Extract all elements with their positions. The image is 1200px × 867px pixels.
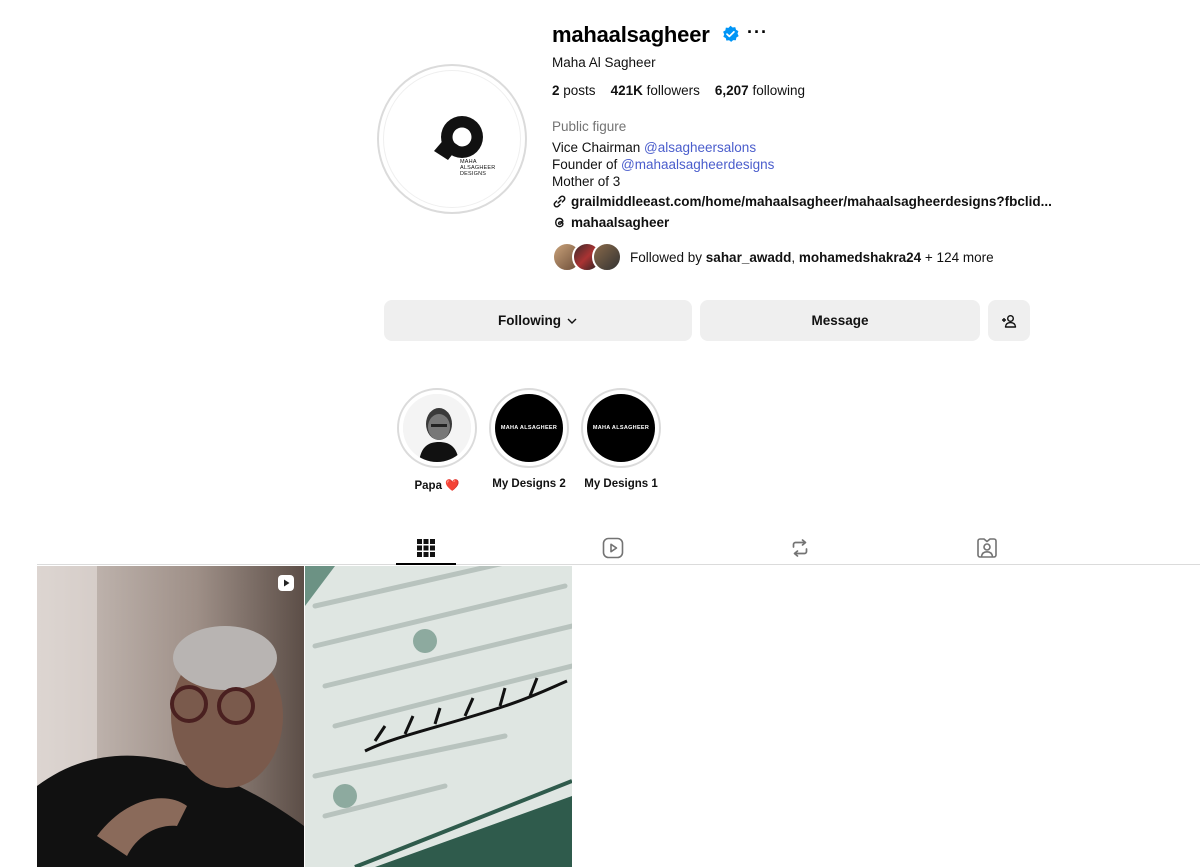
following-stat[interactable]: 6,207 following xyxy=(715,83,805,98)
post-image-thumbnail[interactable] xyxy=(305,566,572,867)
followed-by-suffix: + 124 more xyxy=(921,249,994,265)
profile-full-name: Maha Al Sagheer xyxy=(552,55,656,70)
tab-tagged[interactable] xyxy=(957,531,1017,564)
following-count: 6,207 xyxy=(714,83,749,98)
profile-avatar[interactable]: MAHA ALSAGHEER DESIGNS xyxy=(377,64,527,214)
followed-by-separator: , xyxy=(791,249,799,265)
message-button[interactable]: Message xyxy=(700,300,980,341)
posts-label: posts xyxy=(563,83,596,98)
profile-username: mahaalsagheer xyxy=(552,22,710,47)
chevron-down-icon xyxy=(567,318,577,324)
profile-stats: 2 posts 421K followers 6,207 following xyxy=(552,83,805,98)
profile-category: Public figure xyxy=(552,119,627,134)
followers-count: 421K xyxy=(610,83,643,98)
tab-posts[interactable] xyxy=(396,531,456,564)
portrait-image xyxy=(403,394,471,462)
reposts-icon xyxy=(792,538,808,557)
followed-by-prefix: Followed by xyxy=(630,249,706,265)
follower-avatar xyxy=(592,242,622,272)
verified-badge-icon xyxy=(723,25,739,42)
post-image xyxy=(37,566,304,867)
followed-by-text: Followed by sahar_awadd, mohamedshakra24… xyxy=(630,250,994,265)
posts-count: 2 xyxy=(552,83,560,98)
grid-icon xyxy=(417,538,435,557)
p-logo-icon xyxy=(434,116,483,160)
followers-label: followers xyxy=(646,83,700,98)
add-person-icon xyxy=(1002,314,1017,328)
posts-stat: 2 posts xyxy=(552,83,596,98)
logo-line3: DESIGNS xyxy=(460,171,487,177)
avatar-logo: MAHA ALSAGHEER DESIGNS xyxy=(383,70,521,208)
link-icon xyxy=(553,195,566,208)
suggest-similar-button[interactable] xyxy=(988,300,1030,341)
link-text: grailmiddleeast.com/home/mahaalsagheer/m… xyxy=(571,194,1052,209)
tab-reels[interactable] xyxy=(583,531,643,564)
bio-line-vice-chairman: Vice Chairman @alsagheersalons xyxy=(552,140,756,155)
tagged-icon xyxy=(977,537,997,558)
followed-by-user1[interactable]: sahar_awadd xyxy=(706,250,792,265)
highlight-my-designs-1[interactable]: MAHA ALSAGHEER xyxy=(581,388,661,468)
followed-by-user2[interactable]: mohamedshakra24 xyxy=(799,250,921,265)
options-more-button[interactable]: ··· xyxy=(747,22,768,43)
reel-badge-icon xyxy=(278,575,294,591)
bio-line-mother: Mother of 3 xyxy=(552,174,621,189)
tabs-divider xyxy=(37,564,1200,565)
bio-external-link[interactable]: grailmiddleeast.com/home/mahaalsagheer/m… xyxy=(552,194,1052,209)
following-label: Following xyxy=(498,313,561,328)
highlight-papa[interactable] xyxy=(397,388,477,468)
message-label: Message xyxy=(811,313,869,328)
highlight-cover-photo xyxy=(403,394,471,462)
mention-mahaalsagheerdesigns[interactable]: @mahaalsagheerdesigns xyxy=(621,157,774,172)
following-button[interactable]: Following xyxy=(384,300,692,341)
followed-by[interactable]: Followed by sahar_awadd, mohamedshakra24… xyxy=(552,242,994,272)
bio-line-founder: Founder of @mahaalsagheerdesigns xyxy=(552,157,774,172)
bio-line1-text: Vice Chairman xyxy=(552,140,645,155)
reels-icon xyxy=(602,537,624,558)
highlight-label: My Designs 1 xyxy=(584,478,658,490)
threads-handle: mahaalsagheer xyxy=(571,215,670,230)
followers-stat[interactable]: 421K followers xyxy=(611,83,700,98)
highlight-cover-text: MAHA ALSAGHEER xyxy=(587,394,655,462)
mention-alsagheersalons[interactable]: @alsagheersalons xyxy=(644,140,756,155)
tab-reposts[interactable] xyxy=(770,531,830,564)
bio-line2-text: Founder of xyxy=(552,157,622,172)
highlight-my-designs-2[interactable]: MAHA ALSAGHEER xyxy=(489,388,569,468)
threads-link[interactable]: mahaalsagheer xyxy=(552,215,669,230)
following-label: following xyxy=(752,83,805,98)
post-reel-thumbnail[interactable] xyxy=(37,566,304,867)
quran-page-image xyxy=(305,566,572,867)
threads-icon xyxy=(555,217,564,228)
highlight-cover-text: MAHA ALSAGHEER xyxy=(495,394,563,462)
